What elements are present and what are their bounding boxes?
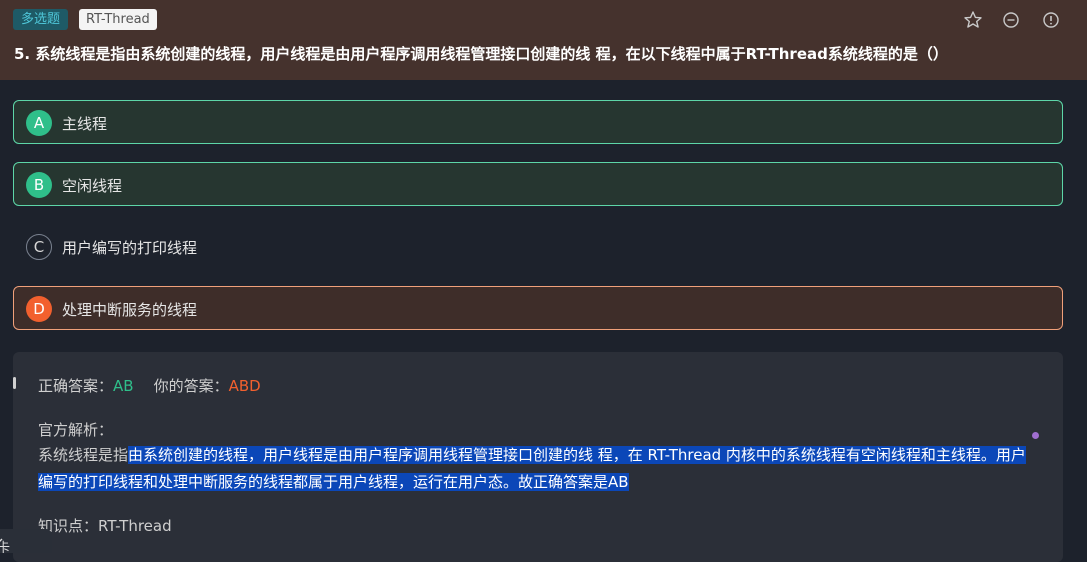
question-text: 5. 系统线程是指由系统创建的线程，用户线程是由用户程序调用线程管理接口创建的线…: [14, 45, 948, 63]
explanation-prefix: 系统线程是指: [38, 446, 129, 464]
answer-card-toggle[interactable]: 题卡: [0, 529, 52, 553]
option-b[interactable]: B 空闲线程: [13, 162, 1063, 206]
option-letter: D: [26, 296, 52, 322]
explanation-title: 官方解析：: [38, 421, 114, 439]
option-text: 主线程: [62, 115, 108, 133]
your-answer-label: 你的答案：: [153, 377, 229, 395]
minus-circle-icon[interactable]: [1001, 10, 1021, 30]
option-letter: B: [26, 172, 52, 198]
info-icon[interactable]: [1041, 10, 1061, 30]
option-letter: C: [26, 234, 52, 260]
correct-answer-value: AB: [113, 377, 134, 395]
option-d[interactable]: D 处理中断服务的线程: [13, 286, 1063, 330]
explanation-highlight: 由系统创建的线程，用户线程是由用户程序调用线程管理接口创建的线 程，在 RT-T…: [38, 446, 1026, 491]
selection-handle[interactable]: [1032, 432, 1039, 439]
option-text: 空闲线程: [62, 177, 123, 195]
answer-summary: 正确答案：AB 你的答案：ABD: [38, 375, 261, 396]
correct-answer-label: 正确答案：: [38, 377, 114, 395]
option-letter: A: [26, 110, 52, 136]
explanation-text: 系统线程是指由系统创建的线程，用户线程是由用户程序调用线程管理接口创建的线 程，…: [38, 442, 1038, 496]
option-c[interactable]: C 用户编写的打印线程: [13, 224, 1063, 268]
answer-card-label: 题卡: [0, 541, 11, 553]
topic-tag: RT-Thread: [79, 9, 157, 30]
option-text: 处理中断服务的线程: [62, 301, 198, 319]
your-answer-value: ABD: [228, 377, 261, 395]
question-type-tag: 多选题: [13, 9, 69, 30]
knowledge-point: 知识点：RT-Thread: [38, 515, 172, 536]
option-text: 用户编写的打印线程: [62, 239, 198, 257]
knowledge-value: RT-Thread: [98, 517, 172, 535]
panel-marker: [13, 377, 16, 389]
question-header: 多选题 RT-Thread 5. 系统线程是指由系统创建的线程，用户线程是由用户…: [0, 0, 1087, 80]
star-icon[interactable]: [963, 10, 983, 30]
option-a[interactable]: A 主线程: [13, 100, 1063, 144]
